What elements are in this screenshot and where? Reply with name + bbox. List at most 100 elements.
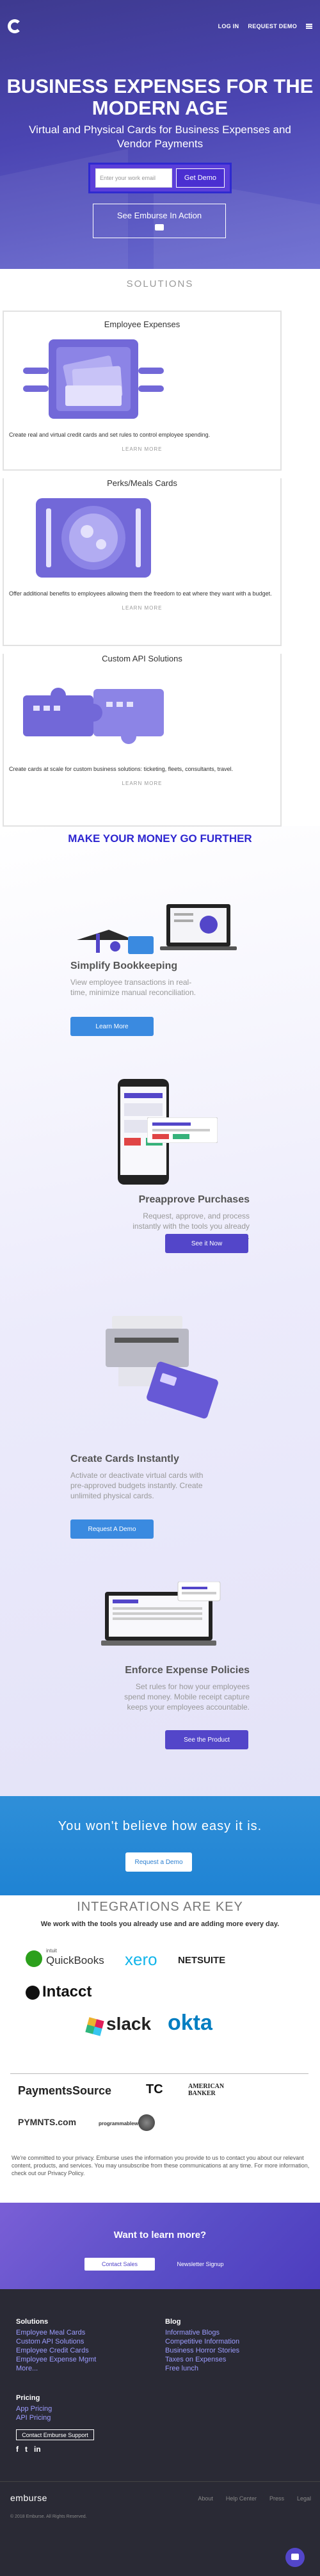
footer-blog-title: Blog — [165, 2318, 181, 2326]
solutions-title: SOLUTIONS — [126, 279, 194, 289]
footer-bottom-links: About Help Center Press Legal — [198, 2495, 311, 2502]
learn-more-link[interactable]: LEARN MORE — [4, 439, 280, 456]
cta-title: You won't believe how easy it is. — [58, 1819, 262, 1833]
feature-title: Create Cards Instantly — [70, 1454, 179, 1464]
footer: Solutions Employee Meal Cards Custom API… — [0, 2289, 320, 2576]
facebook-icon[interactable]: f — [16, 2445, 19, 2454]
xero-logo: xero — [125, 1950, 157, 1969]
chat-icon[interactable] — [285, 2548, 305, 2567]
linkedin-icon[interactable]: in — [34, 2445, 41, 2454]
footer-link[interactable]: Business Horror Stories — [165, 2346, 239, 2355]
solution-desc: Create cards at scale for custom busines… — [9, 766, 234, 772]
puzzle-api-icon — [23, 688, 164, 744]
footer-link[interactable]: Competitive Information — [165, 2337, 239, 2346]
see-in-action-button[interactable]: See Emburse In Action — [93, 204, 226, 238]
twitter-icon[interactable]: t — [25, 2445, 28, 2454]
solution-title: Perks/Meals Cards — [107, 478, 177, 488]
learn-more-button[interactable]: Learn More — [70, 1017, 154, 1036]
learn-more-link[interactable]: LEARN MORE — [4, 773, 280, 790]
footer-link[interactable]: Employee Expense Mgmt — [16, 2355, 96, 2364]
card-printer-illustration-icon — [106, 1316, 218, 1419]
contact-support-button[interactable]: Contact Emburse Support — [16, 2429, 94, 2440]
legal-link[interactable]: Legal — [297, 2495, 311, 2502]
solution-title: Custom API Solutions — [102, 654, 182, 663]
see-the-product-button[interactable]: See the Product — [165, 1730, 248, 1749]
see-in-action-label: See Emburse In Action — [116, 211, 202, 220]
menu-icon[interactable] — [306, 24, 312, 29]
learn-more-section: Want to learn more? Contact Sales Newsle… — [0, 2203, 320, 2289]
intacct-icon — [26, 1986, 40, 2000]
bookkeeping-illustration-icon — [77, 904, 237, 954]
hero-section: LOG IN REQUEST DEMO BUSINESS EXPENSES FO… — [0, 0, 320, 269]
slack-name: slack — [106, 2014, 152, 2034]
contact-sales-button[interactable]: Contact Sales — [84, 2258, 155, 2271]
footer-solutions-title: Solutions — [16, 2318, 49, 2326]
quickbooks-prefix: intuit — [46, 1948, 57, 1954]
slack-icon — [85, 2017, 104, 2036]
intacct-name: Intacct — [42, 1983, 92, 2000]
programmableweb-logo: programmableweb — [99, 2121, 145, 2126]
privacy-notice: We're committed to your privacy. Emburse… — [12, 2155, 310, 2176]
footer-divider — [0, 2481, 320, 2482]
laptop-illustration-icon — [101, 1582, 221, 1646]
feature-simplify-bookkeeping: Simplify Bookkeeping View employee trans… — [0, 890, 320, 1057]
footer-blog: Blog Informative Blogs Competitive Infor… — [165, 2318, 239, 2373]
footer-link[interactable]: Informative Blogs — [165, 2328, 239, 2337]
meal-plate-icon — [36, 498, 151, 578]
feature-enforce-policies: Enforce Expense Policies Set rules for h… — [0, 1582, 320, 1774]
about-link[interactable]: About — [198, 2495, 213, 2502]
feature-title: Preapprove Purchases — [138, 1194, 250, 1205]
solution-card[interactable]: Perks/Meals Cards Offer additional benef… — [3, 478, 282, 646]
newsletter-signup-button[interactable]: Newsletter Signup — [165, 2258, 236, 2271]
hero-title: BUSINESS EXPENSES FOR THE MODERN AGE — [6, 75, 314, 119]
features-title: MAKE YOUR MONEY GO FURTHER — [68, 832, 252, 845]
techcrunch-logo: TC — [146, 2082, 163, 2096]
feature-desc: View employee transactions in real-time,… — [70, 978, 196, 997]
cta-section: You won't believe how easy it is. Reques… — [0, 1796, 320, 1895]
solutions-list: Employee Expenses Create real and virtua… — [3, 311, 282, 827]
request-demo-link[interactable]: REQUEST DEMO — [248, 23, 297, 29]
footer-link[interactable]: Custom API Solutions — [16, 2337, 96, 2346]
press-link[interactable]: Press — [269, 2495, 284, 2502]
american-banker-logo: AMERICAN BANKER — [188, 2083, 225, 2097]
cards-wallet-icon — [23, 339, 164, 419]
approval-card-icon — [147, 1117, 218, 1143]
footer-link[interactable]: API Pricing — [16, 2413, 52, 2422]
footer-link[interactable]: Employee Credit Cards — [16, 2346, 96, 2355]
footer-link[interactable]: More... — [16, 2364, 96, 2373]
footer-link[interactable]: Taxes on Expenses — [165, 2355, 239, 2364]
footer-pricing-title: Pricing — [16, 2394, 40, 2402]
demo-form: Enter your work email Get Demo — [88, 163, 232, 193]
feature-create-cards: Create Cards Instantly Activate or deact… — [0, 1303, 320, 1546]
footer-link[interactable]: Free lunch — [165, 2364, 239, 2373]
footer-logo[interactable]: emburse — [10, 2493, 47, 2503]
top-nav: LOG IN REQUEST DEMO — [218, 23, 312, 29]
integrations-subtitle: We work with the tools you already use a… — [40, 1920, 280, 1928]
solution-card[interactable]: Custom API Solutions Create cards at sca… — [3, 654, 282, 827]
feature-title: Simplify Bookkeeping — [70, 960, 178, 971]
footer-pricing: Pricing App Pricing API Pricing — [16, 2394, 52, 2422]
solution-card[interactable]: Employee Expenses Create real and virtua… — [3, 311, 282, 471]
feature-desc: Activate or deactivate virtual cards wit… — [70, 1471, 204, 1500]
integrations-title: INTEGRATIONS ARE KEY — [77, 1900, 243, 1914]
get-demo-button[interactable]: Get Demo — [176, 168, 225, 188]
solution-desc: Create real and virtual credit cards and… — [9, 432, 211, 438]
email-input[interactable]: Enter your work email — [95, 168, 172, 188]
okta-logo: okta — [168, 2011, 212, 2035]
login-link[interactable]: LOG IN — [218, 23, 239, 29]
social-links: f t in — [16, 2445, 41, 2454]
emburse-logo-icon[interactable] — [8, 19, 22, 33]
footer-link[interactable]: App Pricing — [16, 2404, 52, 2413]
request-demo-button[interactable]: Request a Demo — [125, 1852, 192, 1872]
request-a-demo-button[interactable]: Request A Demo — [70, 1519, 154, 1539]
solution-desc: Offer additional benefits to employees a… — [9, 590, 272, 597]
see-it-now-button[interactable]: See it Now — [165, 1234, 248, 1253]
hero-subtitle: Virtual and Physical Cards for Business … — [29, 124, 291, 150]
quickbooks-name: QuickBooks — [46, 1954, 104, 1966]
learn-more-title: Want to learn more? — [113, 2230, 207, 2240]
copyright: © 2018 Emburse. All Rights Reserved. — [10, 2515, 87, 2519]
help-center-link[interactable]: Help Center — [226, 2495, 257, 2502]
learn-more-link[interactable]: LEARN MORE — [4, 597, 280, 615]
footer-link[interactable]: Employee Meal Cards — [16, 2328, 96, 2337]
footer-solutions: Solutions Employee Meal Cards Custom API… — [16, 2318, 96, 2373]
